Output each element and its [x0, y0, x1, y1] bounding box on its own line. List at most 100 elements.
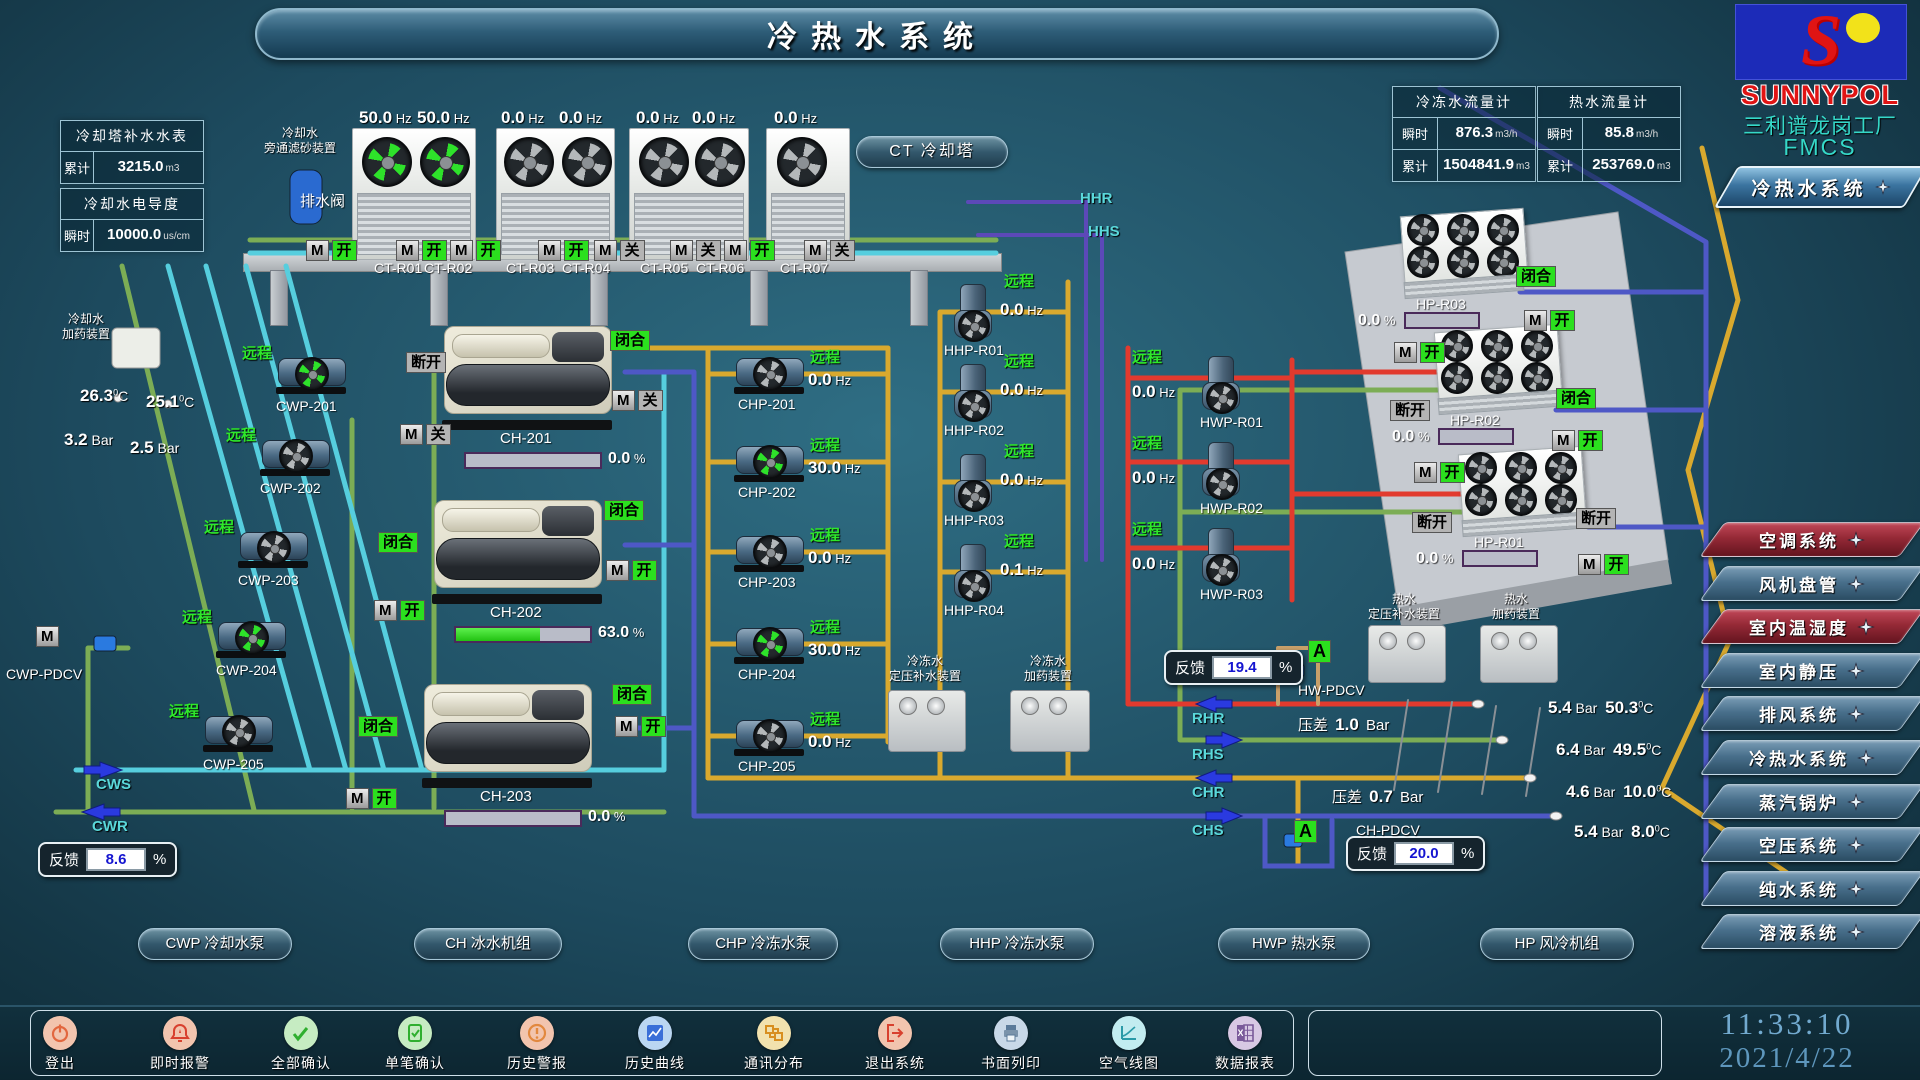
- valve-status-badge[interactable]: 闭合: [1556, 388, 1596, 409]
- flow-row-label: 瞬时: [1393, 118, 1438, 149]
- valve-status-badge[interactable]: M: [36, 626, 59, 647]
- valve-status-badge[interactable]: M开: [1394, 342, 1445, 363]
- chiller-CH-203[interactable]: [418, 684, 596, 788]
- valve-status-badge[interactable]: 闭合: [604, 500, 644, 521]
- system-pill[interactable]: HHP 冷冻水泵: [940, 928, 1094, 960]
- toolbar-item-6[interactable]: 历史曲线: [610, 1016, 700, 1073]
- toolbar-item-4[interactable]: 单笔确认: [370, 1016, 460, 1073]
- toolbar-item-3[interactable]: 全部确认: [256, 1016, 346, 1073]
- current-page-banner[interactable]: 冷热水系统: [1714, 166, 1920, 208]
- toolbar-item-10[interactable]: 空气线图: [1084, 1016, 1174, 1073]
- auto-mode-badge[interactable]: A: [1294, 820, 1317, 843]
- nav-button-4[interactable]: 室内静压: [1699, 653, 1920, 688]
- auto-mode-text: A: [1308, 640, 1331, 663]
- remote-mode-label: 远程: [1004, 440, 1034, 461]
- chiller-name: CH-203: [480, 788, 532, 805]
- valve-status-badge[interactable]: M开: [1524, 310, 1575, 331]
- logo-sun-icon: [1846, 13, 1880, 43]
- nav-button-5[interactable]: 排风系统: [1699, 696, 1920, 731]
- chiller-CH-202[interactable]: [428, 500, 606, 604]
- valve-status-badge[interactable]: 闭合: [358, 716, 398, 737]
- system-pill[interactable]: CWP 冷却水泵: [138, 928, 292, 960]
- pressure-diff-label: 压差 1.0 Bar: [1298, 714, 1389, 735]
- valve-status-badge[interactable]: M开: [1578, 554, 1629, 575]
- toolbar-item-1[interactable]: 登出: [15, 1016, 105, 1073]
- toolbar-item-2[interactable]: 即时报警: [135, 1016, 225, 1073]
- system-name: FMCS: [1722, 134, 1918, 161]
- tower-valve-badge[interactable]: M开: [396, 240, 447, 261]
- status-text: 开: [1440, 462, 1465, 483]
- valve-status-badge[interactable]: M开: [1414, 462, 1465, 483]
- pump-impeller: [958, 480, 990, 512]
- pump-frequency: 0.0 Hz: [1000, 470, 1043, 490]
- tower-valve-badge[interactable]: M关: [594, 240, 645, 261]
- valve-status-badge[interactable]: 闭合: [612, 684, 652, 705]
- nav-button-9[interactable]: 纯水系统: [1699, 871, 1920, 906]
- tower-valve-badge[interactable]: M开: [306, 240, 357, 261]
- valve-status-badge[interactable]: M关: [400, 424, 451, 445]
- pump-frequency: 0.0 Hz: [1132, 468, 1175, 488]
- remote-mode-label: 远程: [810, 434, 840, 455]
- valve-status-badge[interactable]: 闭合: [378, 532, 418, 553]
- tower-name: CT-R03: [506, 260, 554, 276]
- valve-status-badge[interactable]: 闭合: [610, 330, 650, 351]
- tower-fan: [362, 137, 412, 187]
- tower-name: CT-R01: [374, 260, 422, 276]
- tower-valve-badge[interactable]: M关: [670, 240, 721, 261]
- nav-button-1[interactable]: 空调系统: [1699, 522, 1920, 557]
- nav-button-7[interactable]: 蒸汽锅炉: [1699, 784, 1920, 819]
- system-pill[interactable]: CH 冰水机组: [414, 928, 562, 960]
- tower-name: CT-R02: [424, 260, 472, 276]
- valve-status-badge[interactable]: M开: [606, 560, 657, 581]
- feedback-label: 反馈: [1175, 657, 1205, 678]
- nav-button-2[interactable]: 风机盘管: [1699, 566, 1920, 601]
- nav-label: 冷热水系统: [1749, 745, 1849, 770]
- system-pill[interactable]: CHP 冷冻水泵: [688, 928, 838, 960]
- nav-label: 蒸汽锅炉: [1759, 789, 1839, 814]
- valve-status-badge[interactable]: M开: [1552, 430, 1603, 451]
- system-pill[interactable]: HP 风冷机组: [1480, 928, 1634, 960]
- nav-button-8[interactable]: 空压系统: [1699, 827, 1920, 862]
- nav-button-6[interactable]: 冷热水系统: [1699, 740, 1920, 775]
- tower-valve-badge[interactable]: M开: [724, 240, 775, 261]
- ct-cooling-tower-button[interactable]: CT 冷却塔: [856, 136, 1008, 168]
- toolbar-item-11[interactable]: X数据报表: [1200, 1016, 1290, 1073]
- nav-button-10[interactable]: 溶液系统: [1699, 914, 1920, 949]
- valve-status-badge[interactable]: 断开: [1412, 512, 1452, 533]
- star-icon: [1847, 661, 1865, 679]
- pump-frequency: 0.1 Hz: [1000, 560, 1043, 580]
- pressure-temp-reading: 6.4 Bar 49.50C: [1556, 740, 1661, 760]
- toolbar-item-9[interactable]: 书面列印: [966, 1016, 1056, 1073]
- tower-valve-badge[interactable]: M关: [804, 240, 855, 261]
- valve-tag: CH-PDCV: [1356, 822, 1420, 838]
- remote-mode-label: 远程: [242, 342, 272, 363]
- chiller-load-value: 63.0 %: [598, 624, 644, 642]
- valve-status-badge[interactable]: 闭合: [1516, 266, 1556, 287]
- toolbar-item-5[interactable]: 历史警报: [492, 1016, 582, 1073]
- chiller-CH-201[interactable]: [438, 326, 616, 430]
- valve-status-badge[interactable]: M开: [615, 716, 666, 737]
- star-icon: [1857, 749, 1875, 767]
- printer-icon: [994, 1016, 1028, 1050]
- chiller-load-bar: [464, 452, 602, 469]
- nav-button-3[interactable]: 室内温湿度: [1699, 609, 1920, 644]
- system-pill[interactable]: HWP 热水泵: [1218, 928, 1370, 960]
- valve-status-badge[interactable]: M开: [374, 600, 425, 621]
- line-label-hhr: HHR: [1080, 190, 1113, 207]
- tower-valve-badge[interactable]: M开: [538, 240, 589, 261]
- nav-label: 空压系统: [1759, 832, 1839, 857]
- tower-fan: [562, 137, 612, 187]
- m-valve-icon: M: [538, 240, 561, 261]
- tower-valve-badge[interactable]: M开: [450, 240, 501, 261]
- valve-status-badge[interactable]: M开: [346, 788, 397, 809]
- auto-mode-badge[interactable]: A: [1308, 640, 1331, 663]
- valve-status-badge[interactable]: 断开: [1576, 508, 1616, 529]
- toolbar-item-7[interactable]: 通讯分布: [729, 1016, 819, 1073]
- valve-status-badge[interactable]: 断开: [1390, 400, 1430, 421]
- hp-load-value: 0.0 %: [1358, 312, 1395, 330]
- toolbar-item-8[interactable]: 退出系统: [850, 1016, 940, 1073]
- check-one-icon: [398, 1016, 432, 1050]
- valve-status-badge[interactable]: M关: [612, 390, 663, 411]
- feedback-unit: %: [153, 851, 166, 868]
- valve-status-badge[interactable]: 断开: [406, 352, 446, 373]
